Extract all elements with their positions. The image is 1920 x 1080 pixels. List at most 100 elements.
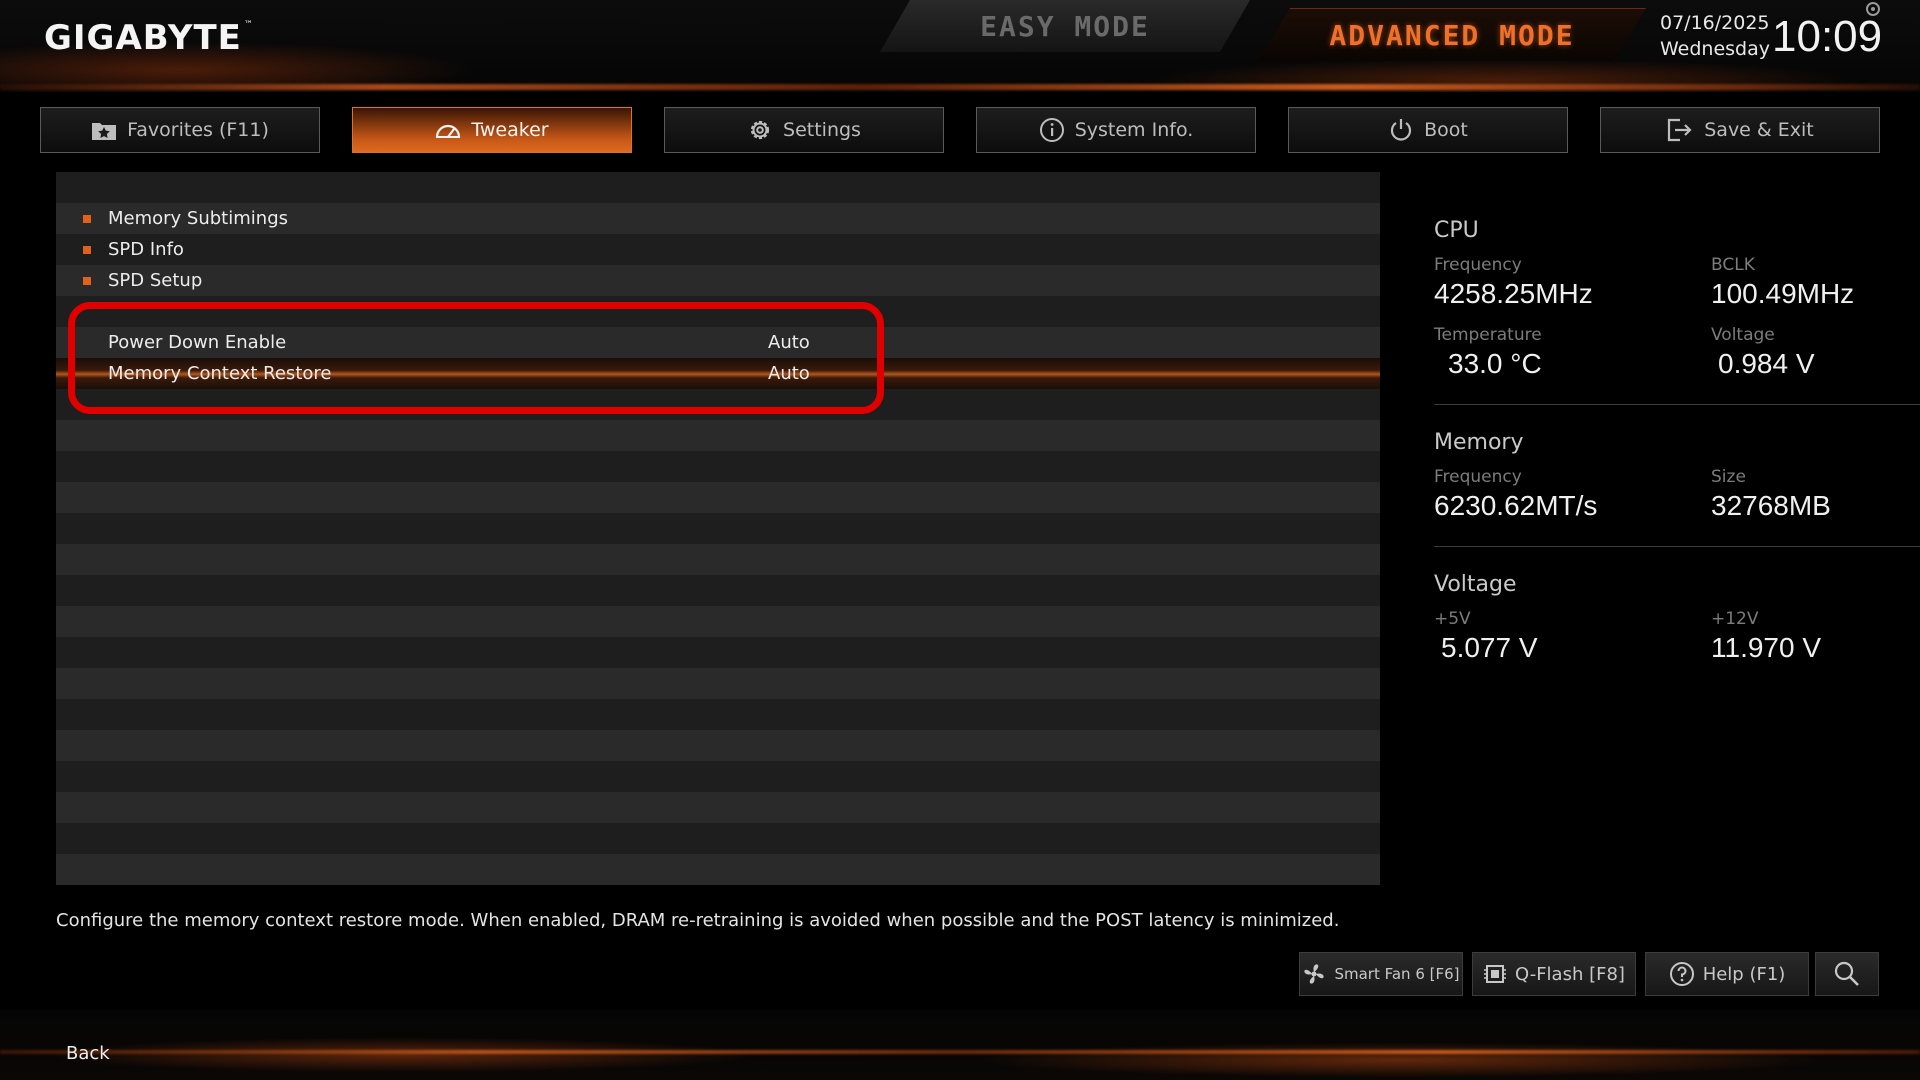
list-row-empty	[56, 730, 1380, 761]
tab-boot-label: Boot	[1424, 119, 1468, 141]
help-label: Help (F1)	[1702, 963, 1786, 985]
search-button[interactable]	[1815, 952, 1879, 996]
main-tabs: Favorites (F11) Tweaker Settings System …	[40, 107, 1880, 155]
header: GIGABYTE ™ EASY MODE ADVANCED MODE 07/16/…	[0, 0, 1920, 92]
submenu-label: SPD Info	[108, 239, 184, 260]
list-row-empty	[56, 606, 1380, 637]
tab-save-exit[interactable]: Save & Exit	[1600, 107, 1880, 153]
monitor-divider	[1434, 404, 1920, 405]
list-row-empty	[56, 668, 1380, 699]
setting-label: Power Down Enable	[108, 332, 287, 353]
setting-memory-context-restore[interactable]: Memory Context Restore Auto	[56, 358, 1380, 389]
list-row-empty	[56, 854, 1380, 885]
qflash-label: Q-Flash [F8]	[1515, 963, 1625, 985]
list-row-empty	[56, 699, 1380, 730]
clock-display: 10:09	[1772, 12, 1883, 61]
list-row-empty	[56, 513, 1380, 544]
tab-system-info[interactable]: System Info.	[976, 107, 1256, 153]
tab-boot[interactable]: Boot	[1288, 107, 1568, 153]
voltage-12v-label: +12V	[1711, 609, 1759, 629]
gigabyte-logo: GIGABYTE ™	[44, 18, 254, 58]
cpu-voltage-value: 0.984 V	[1718, 348, 1815, 379]
list-row-empty	[56, 389, 1380, 420]
memory-size-value: 32768MB	[1711, 490, 1831, 521]
tab-system-info-label: System Info.	[1074, 119, 1194, 141]
chip-icon	[1484, 965, 1507, 983]
smart-fan-label: Smart Fan 6 [F6]	[1334, 965, 1460, 983]
submenu-spd-setup[interactable]: SPD Setup	[56, 265, 1380, 296]
submenu-label: Memory Subtimings	[108, 208, 288, 229]
setting-power-down-enable[interactable]: Power Down Enable Auto	[56, 327, 1380, 358]
power-icon	[1391, 119, 1412, 141]
cpu-frequency-label: Frequency	[1434, 255, 1522, 275]
date-display: 07/16/2025	[1660, 12, 1770, 34]
submenu-memory-subtimings[interactable]: Memory Subtimings	[56, 203, 1380, 234]
monitor-divider	[1434, 546, 1920, 547]
submenu-spd-info[interactable]: SPD Info	[56, 234, 1380, 265]
exit-icon	[1668, 118, 1692, 142]
tab-tweaker-label: Tweaker	[471, 119, 549, 141]
voltage-5v-label: +5V	[1434, 609, 1471, 629]
list-row-empty	[56, 451, 1380, 482]
memory-frequency-value: 6230.62MT/s	[1434, 490, 1598, 521]
advanced-mode-label: ADVANCED MODE	[1329, 18, 1575, 52]
back-button[interactable]: Back	[66, 1043, 110, 1064]
fan-icon	[1304, 964, 1325, 984]
submenu-bullet-icon	[83, 277, 91, 285]
trademark-mark: ™	[243, 20, 254, 30]
speedometer-icon	[436, 124, 461, 138]
list-row-empty	[56, 761, 1380, 792]
star-folder-icon	[92, 123, 117, 140]
list-row-empty	[56, 637, 1380, 668]
list-row-empty	[56, 823, 1380, 854]
advanced-mode-button[interactable]: ADVANCED MODE	[1258, 8, 1646, 61]
tab-tweaker[interactable]: Tweaker	[352, 107, 632, 153]
easy-mode-button[interactable]: EASY MODE	[880, 0, 1250, 52]
submenu-bullet-icon	[83, 215, 91, 223]
search-icon	[1834, 961, 1859, 986]
memory-section-title: Memory	[1434, 430, 1524, 455]
list-row-empty	[56, 172, 1380, 203]
voltage-section-title: Voltage	[1434, 572, 1517, 597]
tab-settings-label: Settings	[783, 119, 861, 141]
setting-value[interactable]: Auto	[768, 363, 810, 384]
help-icon	[1669, 962, 1694, 986]
cpu-temperature-value: 33.0 °C	[1448, 348, 1542, 379]
cpu-temperature-label: Temperature	[1434, 325, 1542, 345]
bclk-label: BCLK	[1711, 255, 1755, 275]
easy-mode-label: EASY MODE	[980, 9, 1150, 43]
memory-frequency-label: Frequency	[1434, 467, 1522, 487]
cpu-voltage-label: Voltage	[1711, 325, 1775, 345]
list-row-empty	[56, 296, 1380, 327]
tab-favorites-label: Favorites (F11)	[127, 119, 269, 141]
bclk-value: 100.49MHz	[1711, 278, 1855, 309]
memory-size-label: Size	[1711, 467, 1746, 487]
info-icon	[1039, 118, 1064, 142]
weekday-display: Wednesday	[1660, 38, 1771, 60]
list-row-empty	[56, 482, 1380, 513]
qflash-button[interactable]: Q-Flash [F8]	[1472, 952, 1636, 996]
list-row-empty	[56, 544, 1380, 575]
voltage-5v-value: 5.077 V	[1441, 632, 1538, 663]
setting-value[interactable]: Auto	[768, 332, 810, 353]
submenu-label: SPD Setup	[108, 270, 203, 291]
cpu-frequency-value: 4258.25MHz	[1434, 278, 1593, 309]
smart-fan-button[interactable]: Smart Fan 6 [F6]	[1299, 952, 1463, 996]
brand-name: GIGABYTE	[44, 18, 242, 58]
tab-save-exit-label: Save & Exit	[1704, 119, 1814, 141]
help-button[interactable]: Help (F1)	[1645, 952, 1809, 996]
cpu-section-title: CPU	[1434, 218, 1479, 243]
gear-icon	[750, 120, 770, 140]
settings-gear-icon[interactable]	[1866, 2, 1880, 16]
settings-list-panel: Memory Subtimings SPD Info SPD Setup Pow…	[56, 172, 1380, 885]
footer-bar	[0, 1010, 1920, 1080]
list-row-empty	[56, 792, 1380, 823]
setting-label: Memory Context Restore	[108, 363, 332, 384]
tab-favorites[interactable]: Favorites (F11)	[40, 107, 320, 153]
list-row-empty	[56, 575, 1380, 606]
list-row-empty	[56, 420, 1380, 451]
tab-settings[interactable]: Settings	[664, 107, 944, 153]
submenu-bullet-icon	[83, 246, 91, 254]
help-description: Configure the memory context restore mod…	[56, 910, 1340, 931]
voltage-12v-value: 11.970 V	[1711, 632, 1822, 663]
